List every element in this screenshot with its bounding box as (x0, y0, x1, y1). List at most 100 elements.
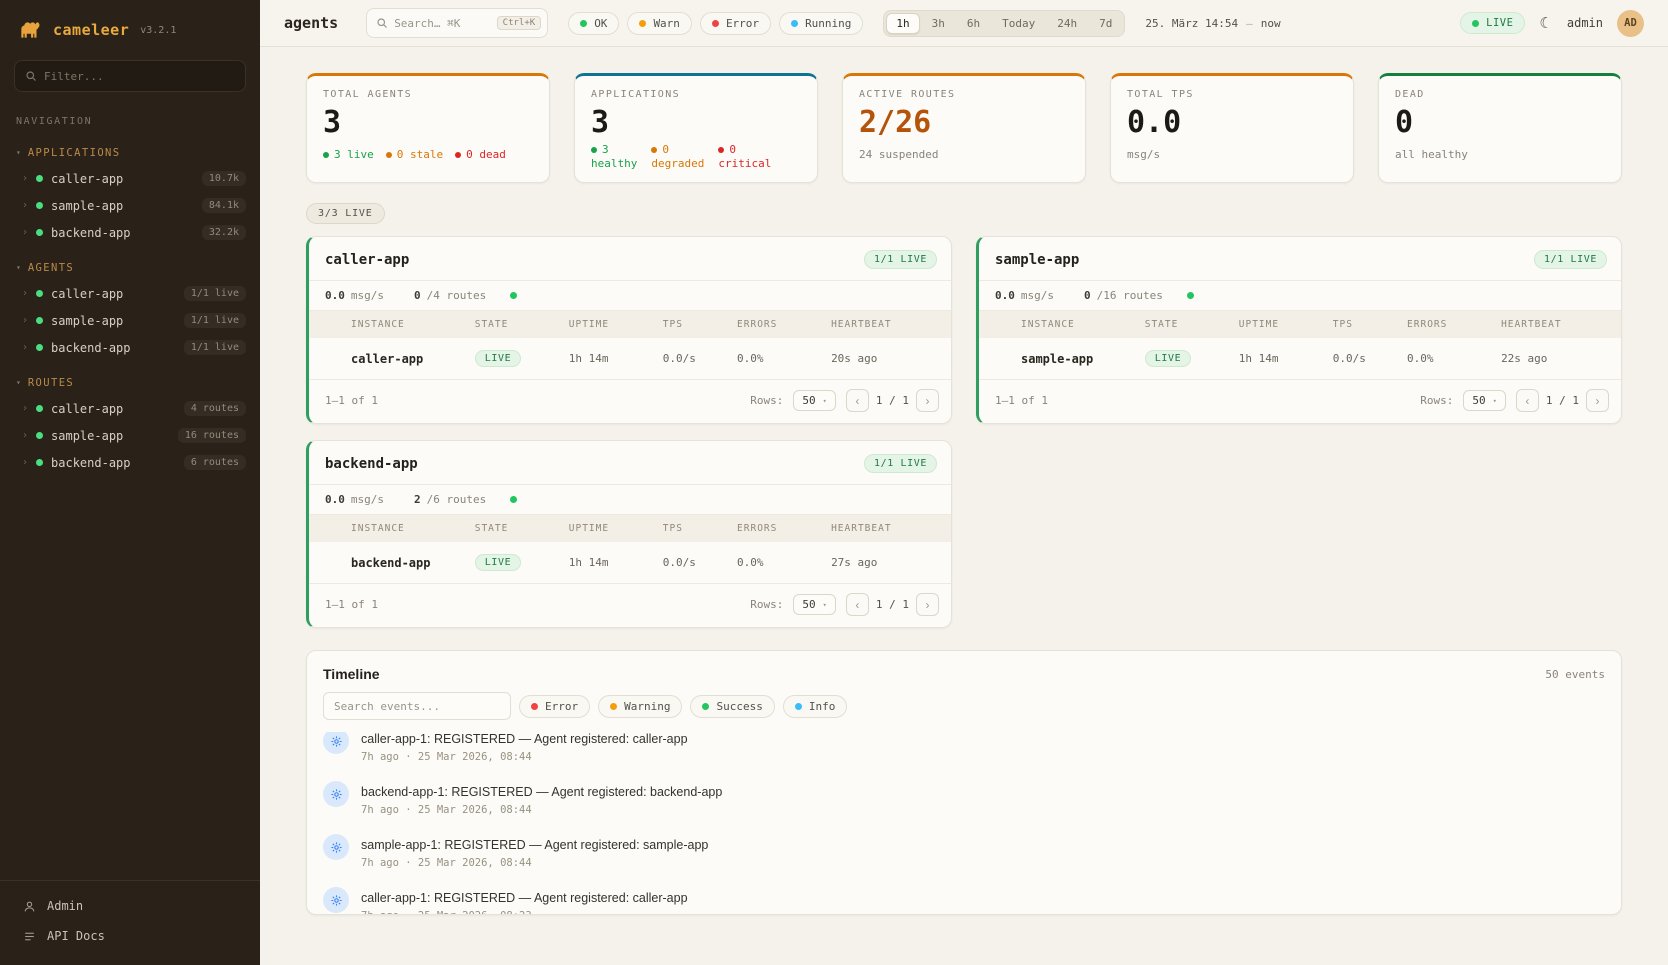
item-label: backend-app (51, 226, 130, 240)
detail-num: 3 (602, 143, 609, 156)
timeline-scroll-viewport[interactable]: caller-app-1: REGISTERED — Agent registe… (307, 732, 1621, 914)
live-dot-icon (1472, 20, 1479, 27)
global-search[interactable]: Ctrl+K (366, 8, 548, 38)
detail-label: critical (718, 157, 771, 170)
section-header-routes[interactable]: ▾ ROUTES (0, 373, 260, 395)
dot-icon (386, 152, 392, 158)
routes-active: 0 (414, 289, 421, 302)
sidebar-item-applications-backend-app[interactable]: › backend-app 32.2k (0, 219, 260, 246)
search-icon (25, 67, 37, 86)
timeline-filter-success[interactable]: Success (690, 695, 774, 718)
sidebar-item-applications-sample-app[interactable]: › sample-app 84.1k (0, 192, 260, 219)
filter-chip-warn[interactable]: Warn (627, 12, 692, 35)
app-name-link[interactable]: sample-app (995, 252, 1079, 268)
item-label: backend-app (51, 341, 130, 355)
filter-chip-ok[interactable]: OK (568, 12, 619, 35)
range-end: now (1261, 17, 1281, 30)
live-count-badge: 1/1 LIVE (1534, 250, 1607, 269)
live-dot-icon (36, 317, 43, 324)
sidebar-item-agents-caller-app[interactable]: › caller-app 1/1 live (0, 280, 260, 307)
range-separator: — (1246, 17, 1253, 30)
rows-value: 50 (802, 598, 815, 611)
row-range: 1–1 of 1 (995, 394, 1048, 407)
rows-label: Rows: (1420, 394, 1453, 407)
sidebar-item-routes-sample-app[interactable]: › sample-app 16 routes (0, 422, 260, 449)
next-page-button[interactable]: › (916, 593, 939, 616)
prev-page-button[interactable]: ‹ (846, 593, 869, 616)
app-name-link[interactable]: backend-app (325, 456, 418, 472)
stat-title: TOTAL TPS (1127, 89, 1337, 100)
time-range-3h[interactable]: 3h (922, 13, 955, 34)
prev-page-button[interactable]: ‹ (846, 389, 869, 412)
table-row[interactable]: sample-app LIVE 1h 14m 0.0/s 0.0% 22s ag… (979, 338, 1621, 379)
app-card-header: caller-app 1/1 LIVE (309, 237, 951, 280)
rows-per-page-select[interactable]: 50 ▾ (793, 594, 835, 615)
stat-card-total-tps: TOTAL TPS 0.0 msg/s (1110, 73, 1354, 183)
next-page-button[interactable]: › (916, 389, 939, 412)
table-footer: 1–1 of 1 Rows: 50 ▾ ‹ 1 / 1 › (309, 583, 951, 627)
chevron-right-icon: › (22, 431, 28, 441)
sidebar-item-applications-caller-app[interactable]: › caller-app 10.7k (0, 165, 260, 192)
sidebar-section-routes: ▾ ROUTES › caller-app 4 routes › sample-… (0, 373, 260, 476)
prev-page-button[interactable]: ‹ (1516, 389, 1539, 412)
sidebar-item-agents-backend-app[interactable]: › backend-app 1/1 live (0, 334, 260, 361)
detail-text: 0 dead (466, 148, 506, 161)
time-range-6h[interactable]: 6h (957, 13, 990, 34)
routes-active: 2 (414, 493, 421, 506)
row-range: 1–1 of 1 (325, 394, 378, 407)
table-row[interactable]: backend-app LIVE 1h 14m 0.0/s 0.0% 27s a… (309, 542, 951, 583)
time-range-1h[interactable]: 1h (886, 13, 919, 34)
cell-errors: 0.0% (737, 340, 831, 377)
table-row[interactable]: caller-app LIVE 1h 14m 0.0/s 0.0% 20s ag… (309, 338, 951, 379)
app-card-header: sample-app 1/1 LIVE (979, 237, 1621, 280)
dark-mode-toggle[interactable]: ☾ (1539, 16, 1552, 31)
section-header-agents[interactable]: ▾ AGENTS (0, 258, 260, 280)
timeline-event[interactable]: caller-app-1: REGISTERED — Agent registe… (323, 878, 1605, 914)
col-errors: ERRORS (1407, 311, 1501, 338)
status-filter-chips: OK Warn Error Running (568, 12, 863, 35)
section-header-applications[interactable]: ▾ APPLICATIONS (0, 143, 260, 165)
timeline-event[interactable]: caller-app-1: REGISTERED — Agent registe… (323, 732, 1605, 772)
stat-value: 0 (1395, 106, 1605, 139)
live-dot-icon (36, 344, 43, 351)
col-instance: INSTANCE (351, 515, 475, 542)
chevron-right-icon: › (22, 174, 28, 184)
timeline-controls: Error Warning Success Info (307, 692, 1621, 732)
filter-chip-running[interactable]: Running (779, 12, 863, 35)
sidebar-item-routes-backend-app[interactable]: › backend-app 6 routes (0, 449, 260, 476)
col-heartbeat: HEARTBEAT (831, 311, 935, 338)
navigation-label: NAVIGATION (0, 106, 260, 131)
sidebar-item-routes-caller-app[interactable]: › caller-app 4 routes (0, 395, 260, 422)
avatar[interactable]: AD (1617, 10, 1644, 37)
timeline-event[interactable]: backend-app-1: REGISTERED — Agent regist… (323, 772, 1605, 825)
sidebar-item-api-docs[interactable]: API Docs (0, 921, 260, 951)
time-range-7d[interactable]: 7d (1089, 13, 1122, 34)
rows-per-page-select[interactable]: 50 ▾ (1463, 390, 1505, 411)
timeline-event[interactable]: sample-app-1: REGISTERED — Agent registe… (323, 825, 1605, 878)
caret-down-icon: ▾ (16, 379, 21, 387)
time-range-24h[interactable]: 24h (1047, 13, 1087, 34)
item-badge: 10.7k (202, 171, 246, 186)
page-indicator: 1 / 1 (1546, 394, 1579, 407)
item-label: caller-app (51, 402, 123, 416)
rows-per-page-select[interactable]: 50 ▾ (793, 390, 835, 411)
stat-card-applications: APPLICATIONS 3 3 healthy 0 degraded 0 (574, 73, 818, 183)
sidebar-filter[interactable] (14, 60, 246, 92)
global-search-input[interactable] (394, 17, 490, 30)
sidebar-filter-input[interactable] (44, 70, 235, 83)
app-name-link[interactable]: caller-app (325, 252, 409, 268)
next-page-button[interactable]: › (1586, 389, 1609, 412)
pagination: ‹ 1 / 1 › (846, 389, 939, 412)
live-dot-icon (36, 290, 43, 297)
timeline-search-input[interactable] (323, 692, 511, 720)
filter-chip-error[interactable]: Error (700, 12, 771, 35)
docs-icon (22, 930, 37, 943)
timeline-filter-error[interactable]: Error (519, 695, 590, 718)
sidebar-item-admin[interactable]: Admin (0, 891, 260, 921)
timeline-filter-info[interactable]: Info (783, 695, 848, 718)
time-range-today[interactable]: Today (992, 13, 1045, 34)
status-dot-icon (610, 703, 617, 710)
sidebar-item-agents-sample-app[interactable]: › sample-app 1/1 live (0, 307, 260, 334)
timeline-filter-warning[interactable]: Warning (598, 695, 682, 718)
detail-dead: 0 dead (455, 148, 506, 161)
